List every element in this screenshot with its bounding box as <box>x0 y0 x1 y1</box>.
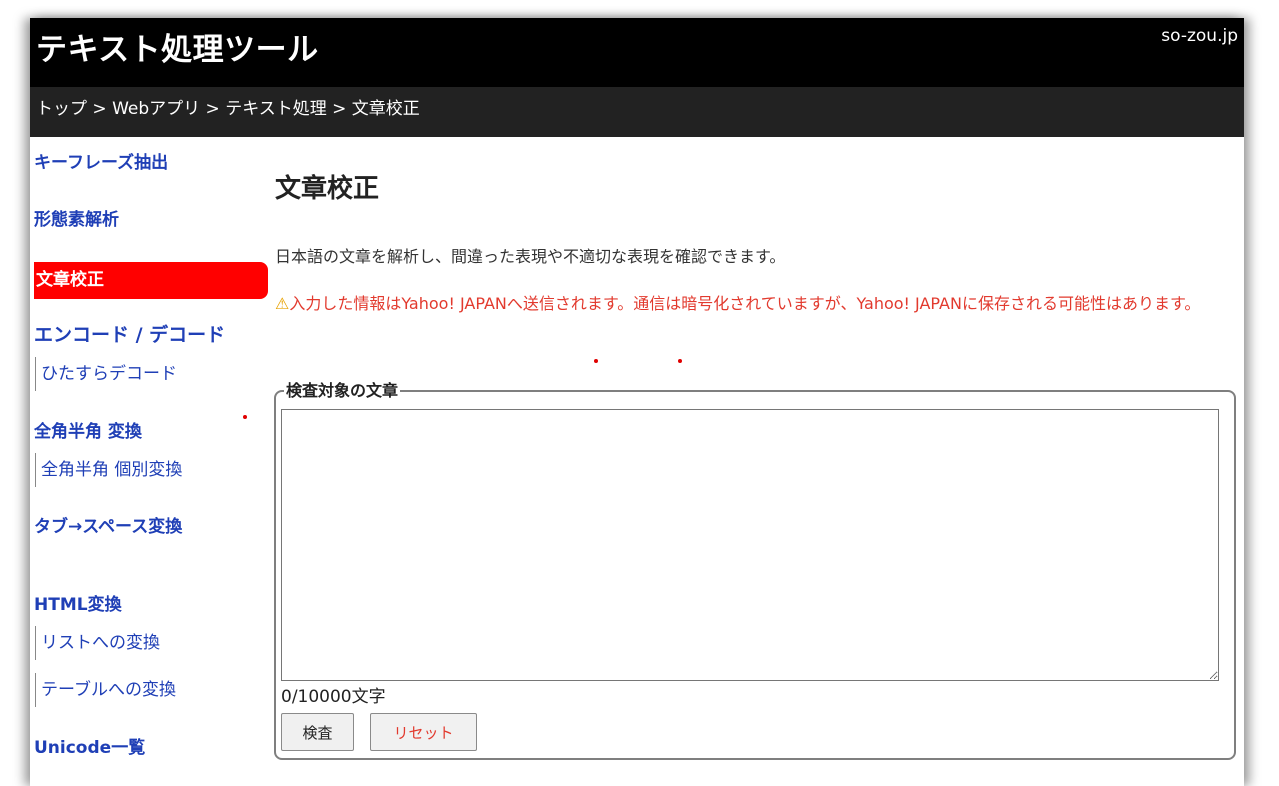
warning-text: 入力した情報はYahoo! JAPANへ送信されます。通信は暗号化されていますが… <box>289 294 1201 313</box>
marker-dot <box>594 359 598 363</box>
marker-dot <box>243 415 247 419</box>
reset-button[interactable]: リセット <box>370 713 477 751</box>
page-description: 日本語の文章を解析し、間違った表現や不適切な表現を確認できます。 <box>275 247 786 266</box>
site-header: テキスト処理ツール so-zou.jp <box>30 18 1244 87</box>
sidebar-subitem-html-list[interactable]: リストへの変換 <box>35 626 160 660</box>
breadcrumb-text-processing[interactable]: テキスト処理 <box>225 99 327 119</box>
sidebar-item-proofread[interactable]: 文章校正 <box>34 262 268 299</box>
fieldset-legend: 検査対象の文章 <box>284 380 401 402</box>
breadcrumb-top[interactable]: トップ <box>36 99 87 119</box>
sidebar-item-morph[interactable]: 形態素解析 <box>34 207 119 233</box>
sidebar-item-encode-decode[interactable]: エンコード / デコード <box>34 322 225 348</box>
input-fieldset: 検査対象の文章 0/10000文字 検査 リセット <box>274 380 1236 760</box>
page-title: 文章校正 <box>275 174 380 204</box>
main-content: 文章校正 日本語の文章を解析し、間違った表現や不適切な表現を確認できます。 ⚠入… <box>274 137 1244 777</box>
breadcrumb-webapp[interactable]: Webアプリ <box>112 99 200 119</box>
sidebar-item-unicode[interactable]: Unicode一覧 <box>34 735 145 761</box>
sidebar-item-keyphrase[interactable]: キーフレーズ抽出 <box>34 150 168 176</box>
sidebar-item-zenkaku[interactable]: 全角半角 変換 <box>34 419 142 445</box>
check-button[interactable]: 検査 <box>281 713 354 751</box>
sidebar-item-html[interactable]: HTML変換 <box>34 592 122 618</box>
sidebar-subitem-zenkaku[interactable]: 全角半角 個別変換 <box>35 453 182 487</box>
breadcrumb: トップ > Webアプリ > テキスト処理 > 文章校正 <box>30 87 1244 137</box>
text-input[interactable] <box>281 409 1219 681</box>
page: テキスト処理ツール so-zou.jp トップ > Webアプリ > テキスト処… <box>30 18 1244 786</box>
sidebar-subitem-html-table[interactable]: テーブルへの変換 <box>35 673 176 707</box>
site-title[interactable]: テキスト処理ツール <box>36 26 319 74</box>
breadcrumb-separator: > <box>332 99 347 119</box>
char-counter: 0/10000文字 <box>281 687 386 707</box>
breadcrumb-separator: > <box>92 99 107 119</box>
breadcrumb-current: 文章校正 <box>351 99 420 119</box>
breadcrumb-separator: > <box>205 99 220 119</box>
sidebar-subitem-decode[interactable]: ひたすらデコード <box>35 357 177 391</box>
sidebar-item-tab-space[interactable]: タブ→スペース変換 <box>34 514 182 540</box>
sidebar: キーフレーズ抽出 形態素解析 文章校正 エンコード / デコード ひたすらデコー… <box>30 137 270 777</box>
marker-dot <box>678 359 682 363</box>
site-domain[interactable]: so-zou.jp <box>1161 24 1238 48</box>
warning-message: ⚠入力した情報はYahoo! JAPANへ送信されます。通信は暗号化されています… <box>275 287 1235 320</box>
warning-icon: ⚠ <box>275 294 290 313</box>
